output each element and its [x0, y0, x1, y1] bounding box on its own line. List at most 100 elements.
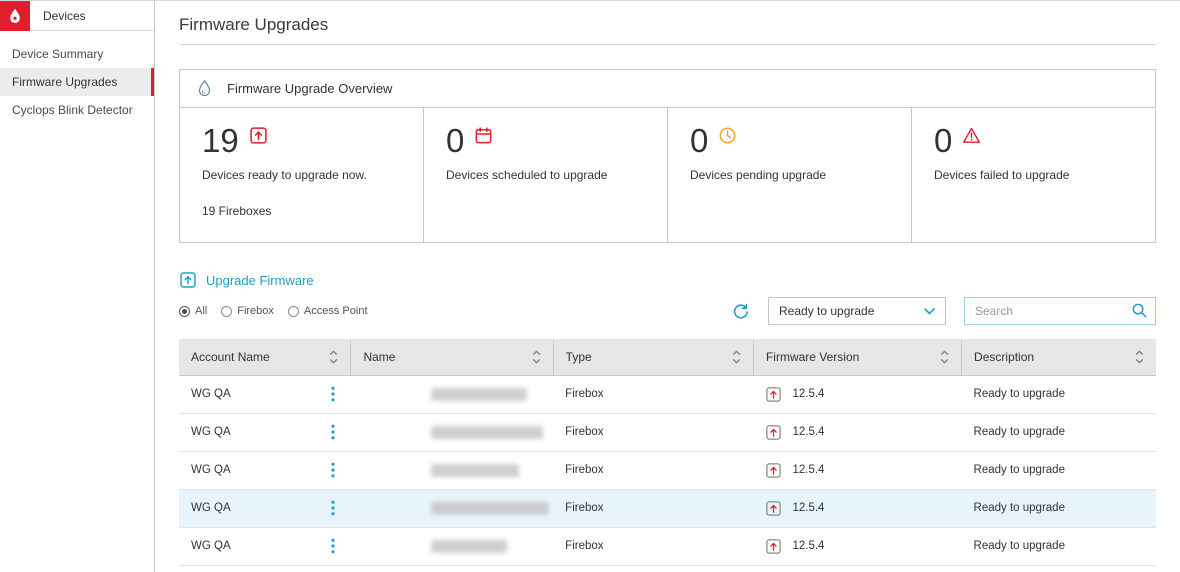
clock-icon — [718, 126, 737, 145]
table-row[interactable]: WG QA Firebox 12.5.4 Ready to upgrade — [179, 375, 1156, 413]
main-content: Firmware Upgrades Firmware Upgrade Overv… — [155, 1, 1180, 572]
account-name: WG QA — [191, 426, 231, 438]
firmware-version: 12.5.4 — [792, 388, 824, 400]
device-type: Firebox — [553, 489, 753, 527]
device-name-redacted — [431, 388, 527, 401]
upgrade-status: Ready to upgrade — [962, 375, 1156, 413]
warning-icon — [962, 126, 981, 145]
sidebar-header: Devices — [0, 1, 154, 31]
overview-card: Firmware Upgrade Overview 19 Devices rea… — [179, 69, 1156, 243]
firmware-version: 12.5.4 — [792, 540, 824, 552]
stat-failed-caption: Devices failed to upgrade — [934, 168, 1137, 182]
sort-icon[interactable] — [732, 350, 741, 364]
calendar-icon — [474, 126, 493, 145]
stat-ready-value: 19 — [202, 124, 239, 157]
refresh-button[interactable] — [731, 302, 750, 321]
stat-scheduled-value: 0 — [446, 124, 464, 157]
upgrade-ready-icon — [765, 386, 782, 403]
column-header-name[interactable]: Name — [351, 339, 553, 375]
device-type: Firebox — [553, 413, 753, 451]
device-type-filter: All Firebox Access Point — [179, 305, 368, 317]
radio-label: Access Point — [304, 305, 368, 317]
device-type: Firebox — [553, 527, 753, 565]
table-row[interactable]: WG QA Firebox 12.5.4 Ready to upgrade — [179, 451, 1156, 489]
page-title: Firmware Upgrades — [179, 15, 1156, 35]
stat-ready-caption: Devices ready to upgrade now. — [202, 168, 405, 182]
sort-icon[interactable] — [329, 350, 338, 364]
sort-icon[interactable] — [1135, 350, 1144, 364]
column-header-type[interactable]: Type — [553, 339, 753, 375]
filter-radio-access-point[interactable]: Access Point — [288, 305, 368, 317]
stat-pending-value: 0 — [690, 124, 708, 157]
row-menu-kebab-icon[interactable] — [327, 460, 339, 480]
sidebar: Devices Device Summary Firmware Upgrades… — [0, 1, 155, 572]
stat-scheduled: 0 Devices scheduled to upgrade — [423, 108, 667, 242]
upgrade-status: Ready to upgrade — [962, 527, 1156, 565]
account-name: WG QA — [191, 502, 231, 514]
app-window: Devices Device Summary Firmware Upgrades… — [0, 0, 1180, 572]
stat-ready-subtext: 19 Fireboxes — [202, 204, 405, 218]
column-header-account-name[interactable]: Account Name — [179, 339, 351, 375]
overview-stats: 19 Devices ready to upgrade now. 19 Fire… — [180, 108, 1155, 242]
column-label: Name — [363, 350, 395, 364]
search-icon[interactable] — [1131, 302, 1148, 319]
search-input[interactable] — [964, 297, 1156, 325]
watchguard-logo[interactable] — [0, 1, 30, 31]
upgrade-status: Ready to upgrade — [962, 451, 1156, 489]
sidebar-item-device-summary[interactable]: Device Summary — [0, 40, 154, 68]
upgrade-firmware-label: Upgrade Firmware — [206, 273, 314, 288]
table-row-highlighted[interactable]: WG QA Firebox 12.5.4 Ready to upgrade — [179, 489, 1156, 527]
drop-icon — [6, 7, 24, 25]
column-header-firmware-version[interactable]: Firmware Version — [753, 339, 961, 375]
column-label: Type — [566, 350, 592, 364]
chevron-down-icon — [924, 308, 935, 315]
firmware-drop-icon — [196, 79, 213, 98]
upgrade-ready-icon — [765, 462, 782, 479]
sidebar-item-firmware-upgrades[interactable]: Firmware Upgrades — [0, 68, 154, 96]
title-divider — [179, 44, 1156, 45]
sidebar-item-cyclops-blink-detector[interactable]: Cyclops Blink Detector — [0, 96, 154, 124]
account-name: WG QA — [191, 540, 231, 552]
account-name: WG QA — [191, 464, 231, 476]
column-label: Account Name — [191, 350, 270, 364]
overview-card-header: Firmware Upgrade Overview — [180, 70, 1155, 108]
stat-scheduled-caption: Devices scheduled to upgrade — [446, 168, 649, 182]
table-row[interactable]: WG QA Firebox 12.5.4 Ready to upgrade — [179, 413, 1156, 451]
stat-pending-caption: Devices pending upgrade — [690, 168, 893, 182]
filter-radio-firebox[interactable]: Firebox — [221, 305, 274, 317]
device-type: Firebox — [553, 375, 753, 413]
upgrade-firmware-link[interactable]: Upgrade Firmware — [179, 271, 314, 289]
stat-ready-to-upgrade: 19 Devices ready to upgrade now. 19 Fire… — [180, 108, 423, 242]
row-menu-kebab-icon[interactable] — [327, 422, 339, 442]
device-name-redacted — [431, 540, 507, 553]
radio-selected-icon — [179, 306, 190, 317]
row-menu-kebab-icon[interactable] — [327, 498, 339, 518]
sidebar-nav: Device Summary Firmware Upgrades Cyclops… — [0, 31, 154, 124]
column-header-description[interactable]: Description — [962, 339, 1156, 375]
radio-label: Firebox — [237, 305, 274, 317]
row-menu-kebab-icon[interactable] — [327, 536, 339, 556]
upgrade-ready-icon — [765, 538, 782, 555]
search-box — [964, 297, 1156, 325]
radio-label: All — [195, 305, 207, 317]
radio-icon — [288, 306, 299, 317]
upload-icon — [179, 271, 197, 289]
sort-icon[interactable] — [940, 350, 949, 364]
row-menu-kebab-icon[interactable] — [327, 384, 339, 404]
sort-icon[interactable] — [532, 350, 541, 364]
table-row[interactable]: WG QA Firebox 12.5.4 Ready to upgrade — [179, 527, 1156, 565]
column-label: Description — [974, 350, 1034, 364]
upload-icon — [249, 126, 268, 145]
device-name-redacted — [431, 464, 519, 477]
upgrade-ready-icon — [765, 500, 782, 517]
firmware-version: 12.5.4 — [792, 502, 824, 514]
upgrade-ready-icon — [765, 424, 782, 441]
filter-radio-all[interactable]: All — [179, 305, 207, 317]
account-name: WG QA — [191, 388, 231, 400]
device-name-redacted — [431, 502, 549, 515]
column-label: Firmware Version — [766, 350, 859, 364]
upgrade-status: Ready to upgrade — [962, 489, 1156, 527]
status-filter-select[interactable]: Ready to upgrade — [768, 297, 946, 325]
stat-failed-value: 0 — [934, 124, 952, 157]
firmware-version: 12.5.4 — [792, 426, 824, 438]
